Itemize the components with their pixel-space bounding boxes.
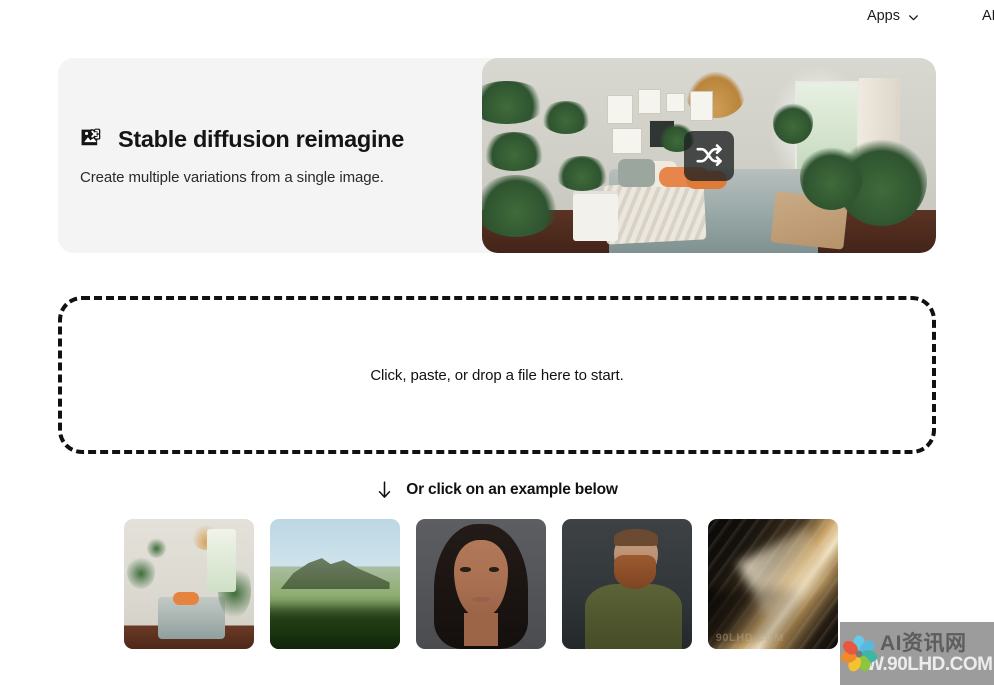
plant-shape — [554, 155, 610, 191]
site-watermark: AI资讯网 W.90LHD.COM — [840, 622, 994, 685]
nav-item-api-label: API — [982, 9, 994, 24]
pillow-shape — [618, 159, 655, 187]
hair-shape — [614, 529, 659, 547]
hero-subtitle: Create multiple variations from a single… — [80, 168, 384, 186]
hero-preview-image[interactable] — [482, 58, 936, 253]
watermark-text: AI资讯网 W.90LHD.COM — [866, 631, 993, 674]
mountain-thumbnail-art — [270, 519, 400, 649]
examples-hint: Or click on an example below — [58, 479, 936, 501]
eye-shape — [488, 567, 500, 572]
eye-shape — [460, 567, 471, 572]
neck-shape — [464, 612, 498, 647]
nav-item-apps[interactable]: Apps — [867, 9, 920, 24]
example-thumbnail-abstract-blur[interactable]: 90LHD.COM — [708, 519, 838, 649]
shirt-shape — [585, 584, 682, 649]
shuffle-icon[interactable] — [684, 130, 734, 181]
plant-shape — [482, 81, 546, 125]
bedroom-thumbnail-art — [124, 519, 254, 649]
thumbnail-watermark-text: 90LHD.COM — [715, 631, 784, 644]
watermark-line-2: W.90LHD.COM — [866, 654, 993, 676]
plant-shape — [482, 175, 560, 238]
top-navigation-bar: Apps API — [0, 0, 994, 33]
nightstand-shape — [572, 190, 619, 242]
plant-shape — [482, 132, 546, 172]
example-thumbnail-bearded-man[interactable] — [562, 519, 692, 649]
hero-title-row: Stable diffusion reimagine — [80, 126, 460, 153]
examples-hint-label: Or click on an example below — [406, 481, 618, 498]
bearded-man-thumbnail-art — [562, 519, 692, 649]
hero-title: Stable diffusion reimagine — [118, 125, 404, 152]
example-thumbnail-mountain[interactable] — [270, 519, 400, 649]
plant-shape — [772, 100, 814, 144]
file-dropzone[interactable]: Click, paste, or drop a file here to sta… — [58, 296, 936, 454]
abstract-blur-thumbnail-art — [708, 519, 838, 649]
image-shuffle-icon — [80, 127, 105, 152]
plant-shape — [799, 143, 864, 211]
page-content: Stable diffusion reimagine Create multip… — [0, 58, 994, 649]
nav-item-api[interactable]: API — [982, 9, 994, 24]
arrow-down-icon — [376, 479, 393, 501]
plant-shape — [541, 100, 591, 135]
watermark-line-1: AI资讯网 — [880, 631, 967, 655]
hero-card[interactable]: Stable diffusion reimagine Create multip… — [58, 58, 936, 253]
woman-portrait-thumbnail-art — [416, 519, 546, 649]
beard-shape — [614, 555, 656, 590]
bed-sheet-shape — [603, 180, 706, 244]
dropzone-label: Click, paste, or drop a file here to sta… — [370, 366, 624, 384]
example-thumbnail-woman-portrait[interactable] — [416, 519, 546, 649]
example-thumbnail-list: 90LHD.COM — [58, 519, 936, 649]
chevron-down-icon — [907, 11, 920, 24]
flower-logo-icon — [840, 631, 882, 677]
nav-item-apps-label: Apps — [866, 8, 900, 25]
example-thumbnail-bedroom[interactable] — [124, 519, 254, 649]
hero-text-panel: Stable diffusion reimagine Create multip… — [58, 58, 482, 253]
